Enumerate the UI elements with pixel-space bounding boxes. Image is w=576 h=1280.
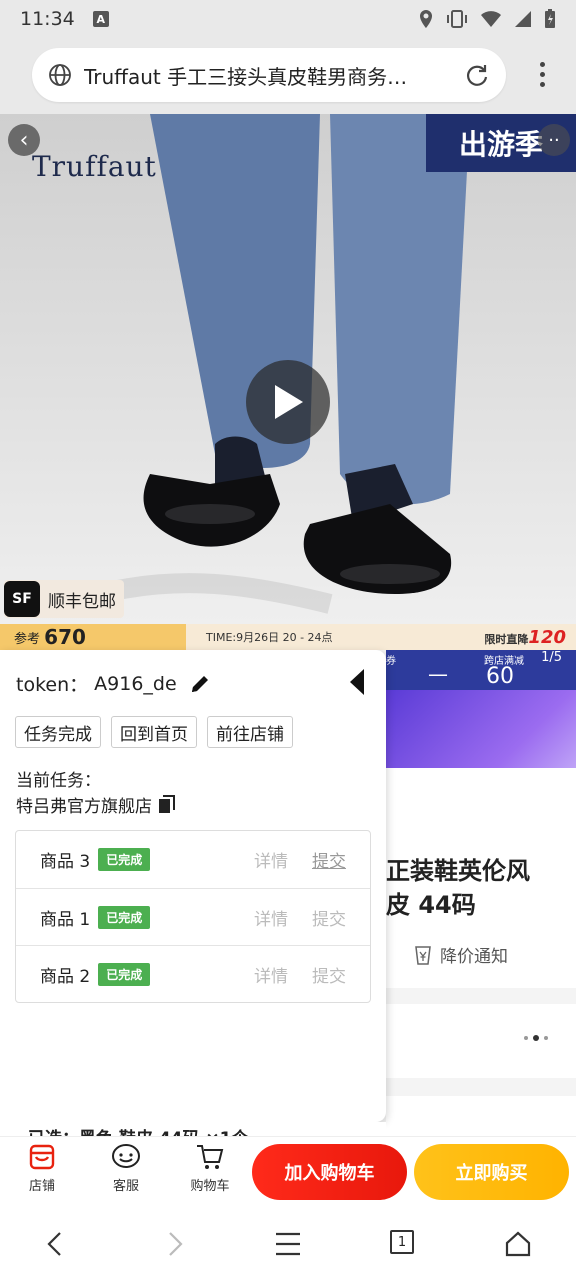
back-icon[interactable] [44,1230,68,1258]
reference-price: 参考 670 [0,624,186,650]
item-name: 商品 1 [40,909,91,930]
pager-dots [524,1035,548,1041]
customer-service-tab[interactable]: 客服 [96,1143,156,1194]
edit-icon[interactable] [189,673,211,695]
table-row: 商品 2 已完成 详情 提交 [16,945,370,1002]
info-card-3 [386,1096,576,1136]
status-badge: 已完成 [98,962,151,986]
back-home-button[interactable]: 回到首页 [111,716,197,748]
token-row: token： A916_de [16,670,211,697]
buy-now-button[interactable]: 立即购买 [414,1144,569,1200]
coupon-label-left: 券 [386,656,396,667]
submit-link[interactable]: 提交 [312,962,346,987]
browser-nav-bar: 1 [0,1206,576,1280]
submit-link[interactable]: 提交 [312,905,346,930]
current-task-label: 当前任务： [16,771,101,791]
token-label: token： [16,674,89,696]
location-icon [420,10,432,28]
media-counter: 1/5 [541,650,562,665]
shop-name: 特吕弗官方旗舰店 [16,797,152,817]
detail-link[interactable]: 详情 [254,847,288,872]
panel-actions: 任务完成 回到首页 前往店铺 [15,716,293,748]
item-name: 商品 2 [40,966,91,987]
yen-tag-icon [415,945,431,965]
sale-time: TIME:9月26日 20 - 24点 [206,631,333,644]
product-title: 正装鞋英伦风皮 44码 [386,857,530,919]
notification-a-icon: A [92,11,109,27]
back-icon[interactable]: ‹ [8,124,40,156]
free-shipping-badge: SF 顺丰包邮 [4,580,124,618]
task-complete-button[interactable]: 任务完成 [15,716,101,748]
screen: 11:34 A Truffaut 手工三接头真皮鞋男商务… Truffaut 出… [0,0,576,1280]
wifi-icon [481,11,501,27]
status-badge: 已完成 [98,848,151,871]
home-icon[interactable] [504,1230,532,1258]
browser-toolbar: Truffaut 手工三接头真皮鞋男商务… [0,38,576,114]
sf-express-logo: SF [4,581,40,617]
selected-spec-peek[interactable]: 已选：黑色 鞋皮 44码 ×1个 [0,1122,386,1136]
reference-price-value: 670 [44,625,86,649]
bottom-action-bar: 店铺 客服 购物车 加入购物车 立即购买 [0,1136,576,1206]
vibrate-icon [447,10,467,28]
add-to-cart-button[interactable]: 加入购物车 [252,1144,407,1200]
detail-link[interactable]: 详情 [254,962,288,987]
price-notify-button[interactable]: 降价通知 [412,942,508,967]
go-to-store-button[interactable]: 前往店铺 [207,716,293,748]
signal-icon [515,11,531,27]
collapse-panel-icon[interactable] [348,668,366,696]
cart-icon [197,1145,224,1169]
info-card-2[interactable] [386,1004,576,1078]
coupon-strip: — 跨店满减 60 1/5 券 [386,650,576,690]
more-icon[interactable]: ·· [538,124,570,156]
store-tab[interactable]: 店铺 [12,1143,72,1194]
table-row: 商品 1 已完成 详情 提交 [16,888,370,945]
status-time: 11:34 [20,8,75,30]
play-icon[interactable] [246,360,330,444]
submit-link[interactable]: 提交 [312,847,346,872]
table-row: 商品 3 已完成 详情 提交 [16,831,370,888]
reload-icon[interactable] [464,62,490,88]
address-bar[interactable]: Truffaut 手工三接头真皮鞋男商务… [32,48,506,102]
task-table: 商品 3 已完成 详情 提交 商品 1 已完成 详情 提交 商品 2 已完成 详… [15,830,371,1003]
product-media[interactable]: Truffaut 出游季 ‹ ·· SF 顺丰包邮 [0,114,576,624]
cart-tab[interactable]: 购物车 [180,1143,240,1194]
status-badge: 已完成 [98,905,151,929]
forward-icon[interactable] [162,1230,186,1258]
store-icon [29,1144,55,1170]
chat-face-icon [112,1144,140,1168]
page-title-url[interactable]: Truffaut 手工三接头真皮鞋男商务… [84,61,444,90]
coupon-value: 60 [486,664,514,689]
battery-icon [545,9,555,28]
token-value: A916_de [94,672,177,695]
status-icons [418,9,556,29]
price-drop-value: 120 [528,626,566,648]
task-shop: 特吕弗官方旗舰店 [16,792,176,817]
browser-menu-icon[interactable] [540,62,546,87]
task-panel: token： A916_de 任务完成 回到首页 前往店铺 当前任务： 特吕弗官… [0,650,386,1122]
price-drop: 限时直降120 [484,626,566,648]
product-info-card: 正装鞋英伦风皮 44码 降价通知 [386,768,576,988]
promo-graphic [386,690,576,768]
item-name: 商品 3 [40,852,91,872]
status-bar: 11:34 A [0,0,576,38]
copy-icon[interactable] [158,794,176,815]
menu-icon[interactable] [274,1230,302,1258]
price-banner: 参考 670 TIME:9月26日 20 - 24点 限时直降120 [0,624,576,650]
brand-logo: Truffaut [32,150,157,183]
tabs-icon[interactable]: 1 [390,1230,414,1254]
shipping-text: 顺丰包邮 [48,591,116,612]
coupon-dash: — [428,662,448,686]
detail-link[interactable]: 详情 [254,905,288,930]
globe-icon [49,64,71,86]
